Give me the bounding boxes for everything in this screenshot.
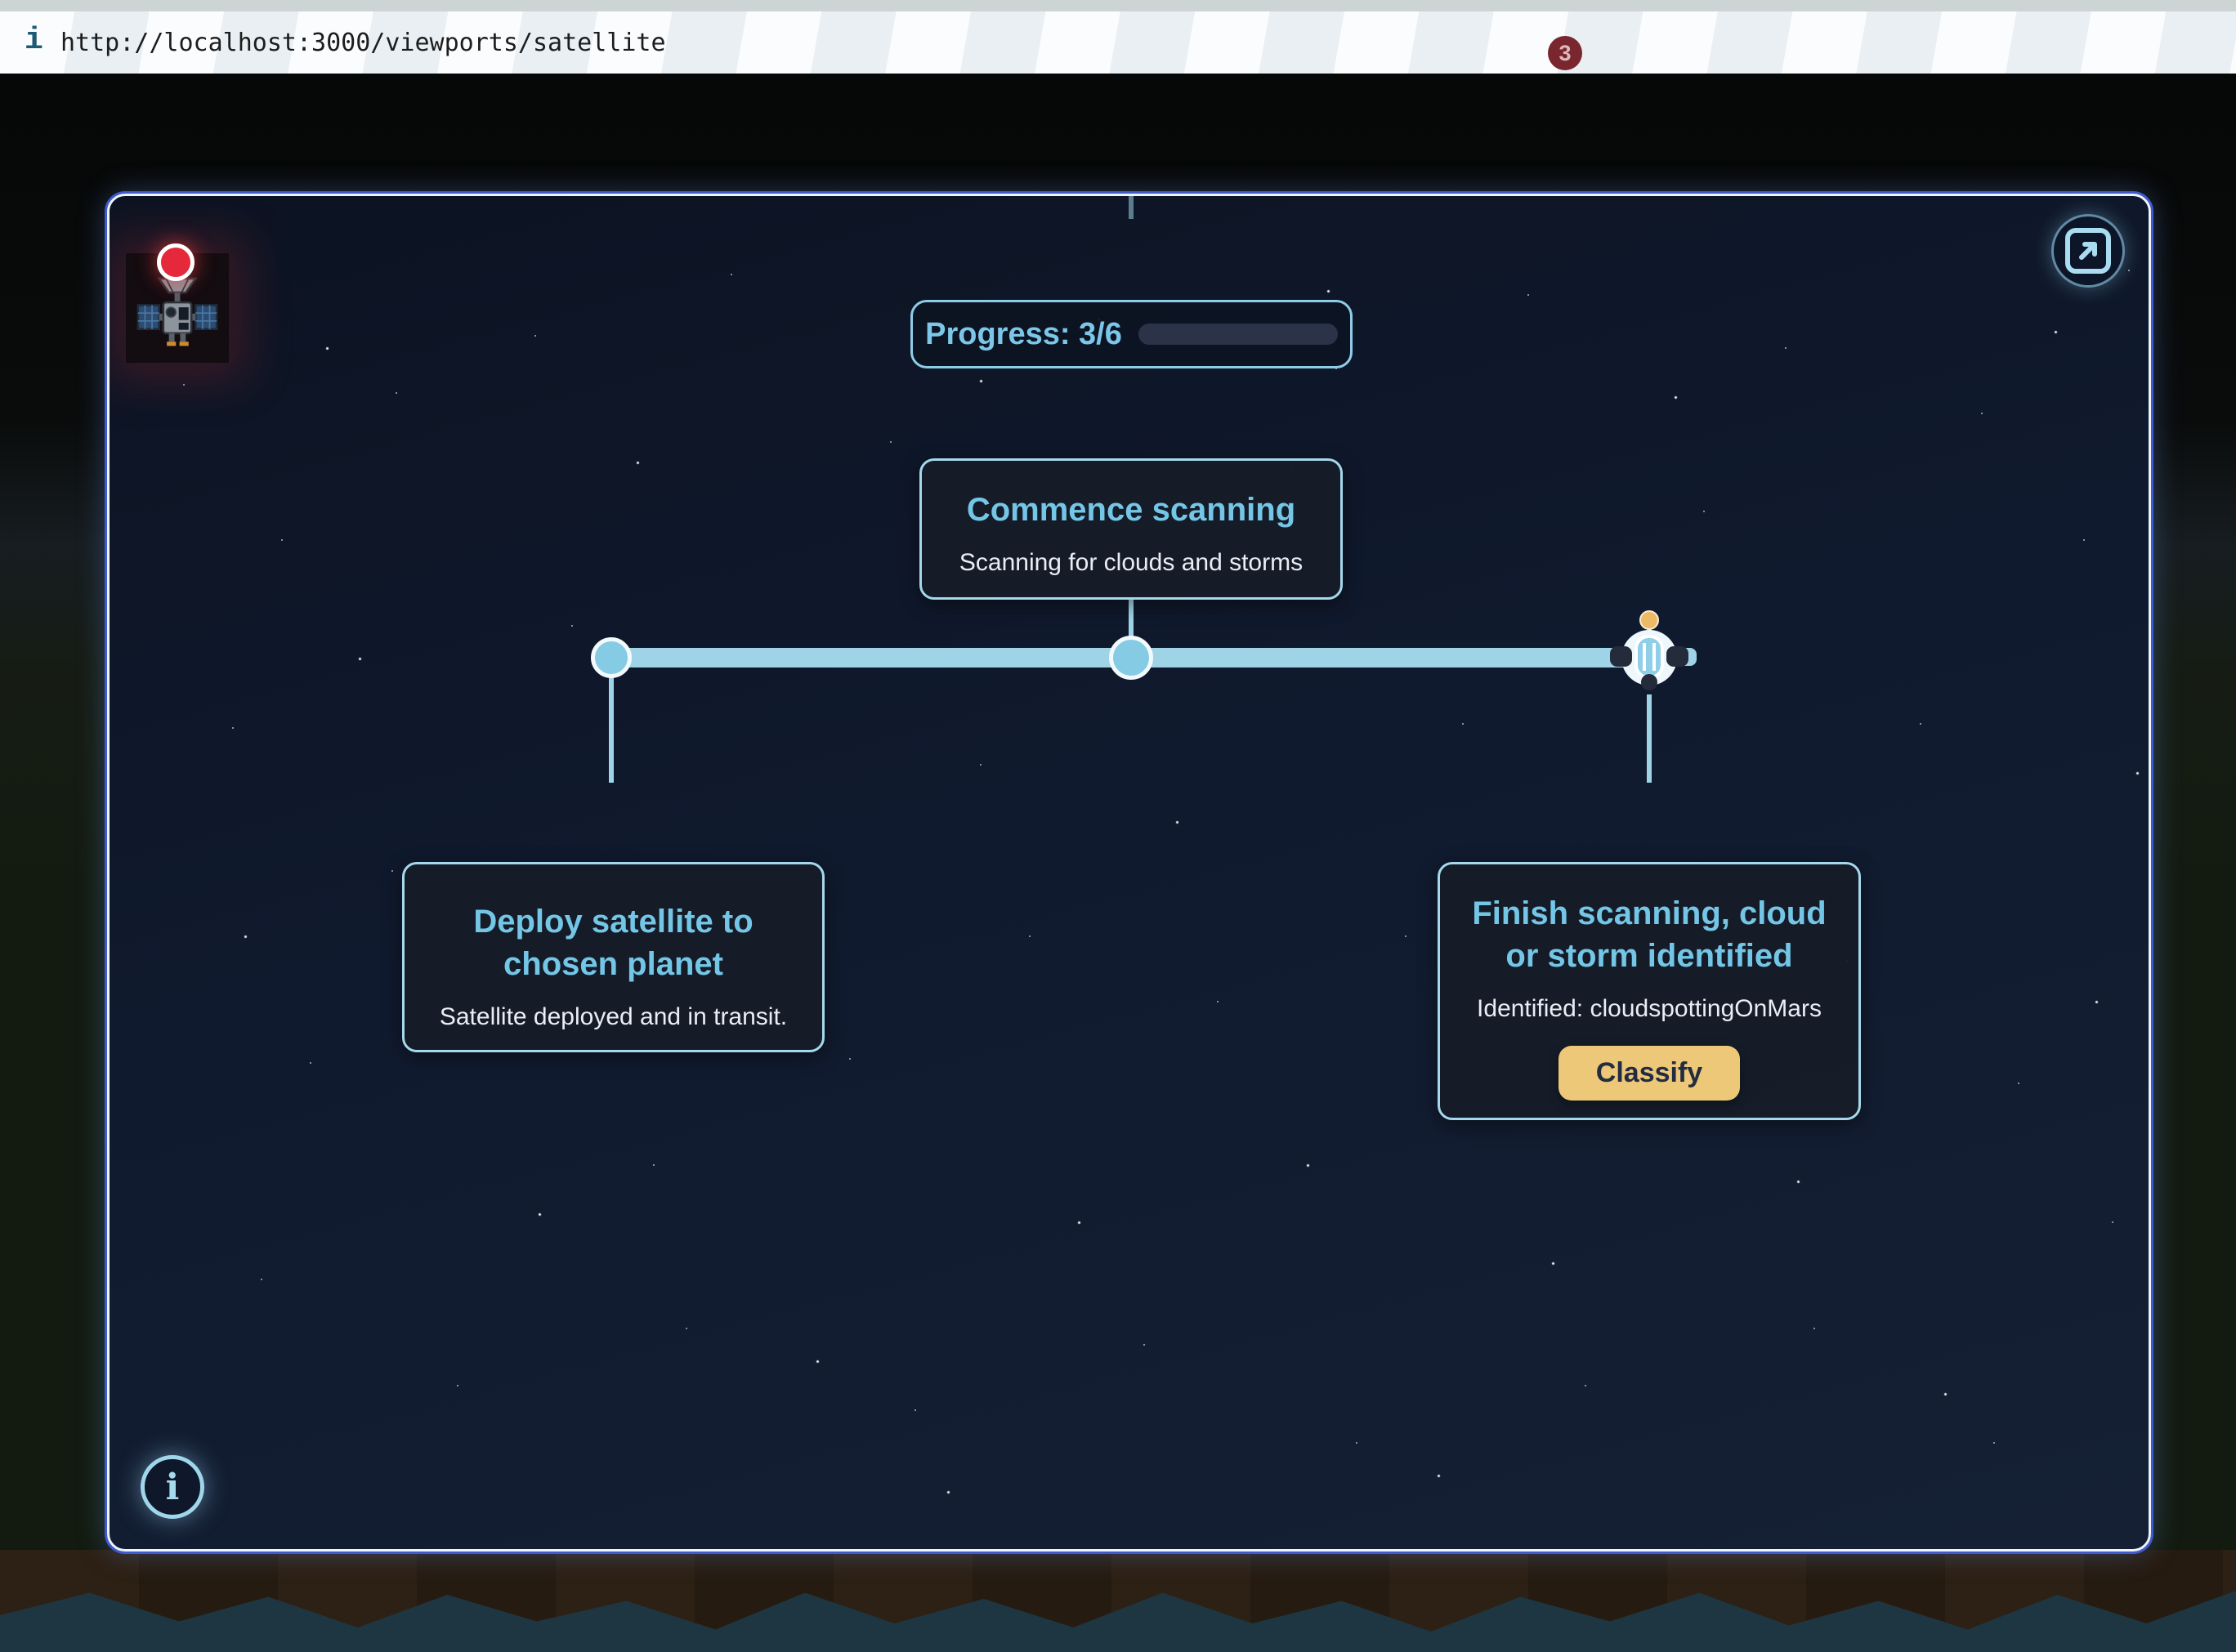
external-link-icon xyxy=(2065,228,2111,274)
info-button[interactable]: i xyxy=(141,1455,204,1519)
step-card-deploy-satellite: Deploy satellite to chosen planet Satell… xyxy=(402,862,825,1052)
browser-toolbar: i http://localhost:3000/viewports/satell… xyxy=(0,11,2236,74)
classify-button[interactable]: Classify xyxy=(1558,1046,1740,1101)
progress-label: Progress: 3/6 xyxy=(925,317,1122,352)
info-icon: i xyxy=(166,1467,180,1508)
progress-bar-track xyxy=(1138,324,1338,345)
step-description: Scanning for clouds and storms xyxy=(941,549,1321,577)
window-top-strip xyxy=(0,0,2236,11)
satellite-viewport-panel: Progress: 3/6 Commence scanning Scanning… xyxy=(107,194,2151,1552)
timeline-connector-top xyxy=(1129,196,1134,219)
expand-viewport-button[interactable] xyxy=(2054,217,2122,285)
timeline-node-deploy xyxy=(591,637,632,678)
progress-indicator: Progress: 3/6 xyxy=(910,300,1353,368)
starfield-large xyxy=(110,196,112,199)
step-title: Commence scanning xyxy=(941,489,1321,531)
alert-dot-icon[interactable] xyxy=(157,243,195,281)
step-description: Satellite deployed and in transit. xyxy=(424,1003,803,1031)
timeline-node-satellite-icon xyxy=(1600,605,1698,711)
page-info-icon[interactable]: i xyxy=(25,23,43,58)
step-title: Finish scanning, cloud or storm identifi… xyxy=(1460,892,1839,977)
timeline-node-scanning xyxy=(1109,636,1153,680)
step-card-commence-scanning: Commence scanning Scanning for clouds an… xyxy=(919,458,1343,600)
timeline-connector-left xyxy=(609,676,614,783)
step-title: Deploy satellite to chosen planet xyxy=(424,900,803,985)
url-field[interactable]: http://localhost:3000/viewports/satellit… xyxy=(60,29,666,57)
step-description: Identified: cloudspottingOnMars xyxy=(1460,995,1839,1023)
step-card-finish-scanning: Finish scanning, cloud or storm identifi… xyxy=(1438,862,1861,1120)
alerts-count-badge: 3 xyxy=(1548,36,1582,70)
